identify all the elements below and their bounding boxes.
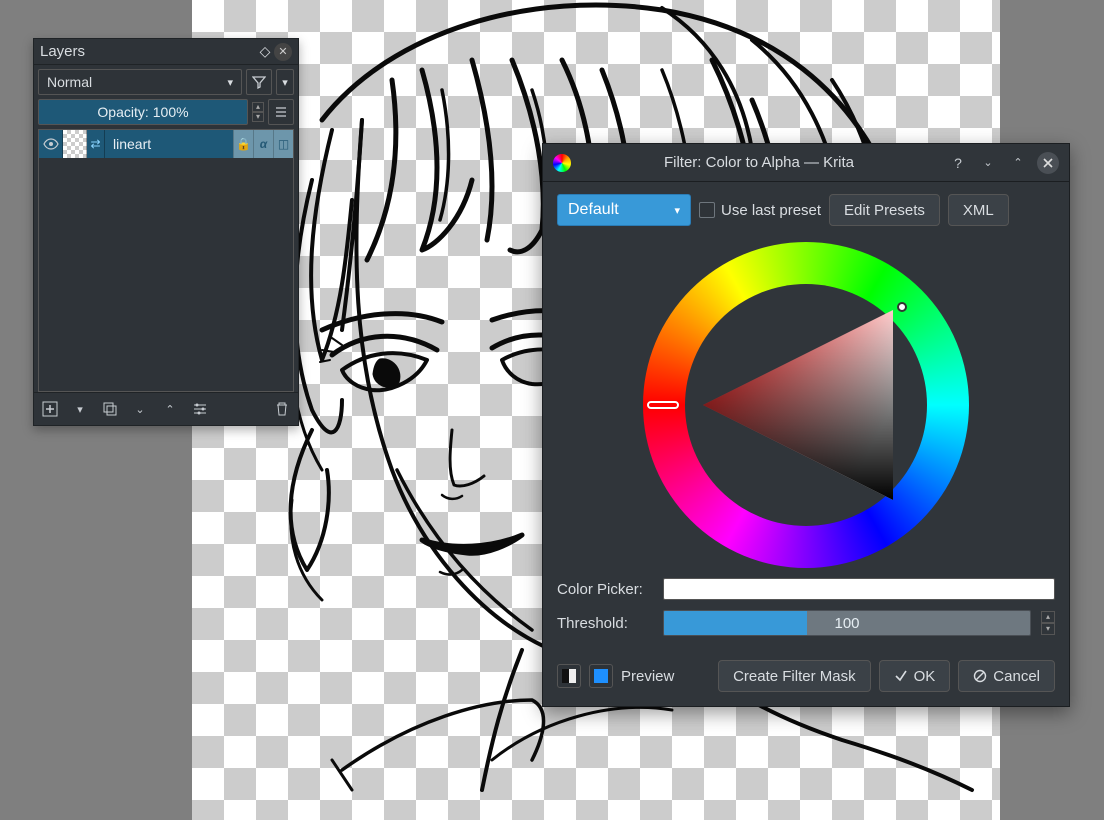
cancel-label: Cancel	[993, 668, 1040, 685]
move-layer-down-button[interactable]: ⌄	[130, 399, 150, 419]
layer-link-icon[interactable]: ⇄	[87, 130, 105, 158]
threshold-label: Threshold:	[557, 615, 653, 632]
spin-down-icon[interactable]: ▾	[252, 112, 264, 122]
lock-layer-button[interactable]: 🔒	[233, 130, 253, 158]
layer-visibility-toggle[interactable]	[39, 130, 63, 158]
opacity-value: 100%	[153, 104, 189, 120]
layers-titlebar[interactable]: Layers ◇ ✕	[34, 39, 298, 65]
layer-row[interactable]: ⇄ lineart 🔒 α ◫	[39, 130, 293, 158]
add-layer-button[interactable]	[40, 399, 60, 419]
hue-marker[interactable]	[647, 401, 679, 409]
blend-mode-select[interactable]: Normal ▾	[38, 69, 242, 95]
alpha-lock-button[interactable]: α	[253, 130, 273, 158]
split-icon	[562, 669, 576, 683]
float-panel-icon[interactable]: ◇	[256, 43, 274, 61]
spin-up-icon[interactable]: ▴	[252, 102, 264, 112]
preset-value: Default	[568, 201, 619, 219]
dialog-close-button[interactable]	[1037, 152, 1059, 174]
layer-thumbnail[interactable]	[63, 130, 87, 158]
spin-up-icon[interactable]: ▴	[1041, 611, 1055, 623]
preset-select[interactable]: Default ▾	[557, 194, 691, 226]
threshold-value: 100	[664, 615, 1030, 632]
blend-mode-value: Normal	[47, 74, 92, 90]
collapse-button[interactable]: ⌄	[977, 152, 999, 174]
check-icon	[894, 669, 908, 683]
filter-layers-menu-button[interactable]: ▾	[276, 69, 294, 95]
dialog-title: Filter: Color to Alpha — Krita	[579, 154, 939, 171]
krita-app-icon	[553, 154, 571, 172]
chevron-up-icon: ⌃	[1013, 156, 1022, 169]
chevron-down-icon: ⌄	[983, 156, 992, 169]
preview-label: Preview	[621, 668, 674, 685]
filter-layers-button[interactable]	[246, 69, 272, 95]
use-last-preset-checkbox[interactable]: Use last preset	[699, 202, 821, 219]
help-button[interactable]: ?	[947, 152, 969, 174]
use-last-preset-label: Use last preset	[721, 202, 821, 219]
trash-icon	[274, 401, 290, 417]
layers-panel: Layers ◇ ✕ Normal ▾ ▾ Opacity: 100% ▴▾ ⇄	[33, 38, 299, 426]
eye-icon	[43, 136, 59, 152]
ok-button[interactable]: OK	[879, 660, 951, 692]
threshold-spinner[interactable]: ▴▾	[1041, 611, 1055, 635]
spin-down-icon[interactable]: ▾	[1041, 623, 1055, 635]
chevron-down-icon: ▾	[282, 76, 288, 89]
duplicate-layer-button[interactable]	[100, 399, 120, 419]
color-picker-swatch[interactable]	[663, 578, 1055, 600]
edit-presets-button[interactable]: Edit Presets	[829, 194, 940, 226]
close-panel-button[interactable]: ✕	[274, 43, 292, 61]
duplicate-icon	[102, 401, 118, 417]
xml-button[interactable]: XML	[948, 194, 1009, 226]
close-icon	[1042, 157, 1054, 169]
sv-handle[interactable]	[897, 302, 907, 312]
checkbox-checked-icon	[594, 669, 608, 683]
inherit-alpha-button[interactable]: ◫	[273, 130, 293, 158]
preview-checkbox[interactable]	[589, 664, 613, 688]
filter-dialog: Filter: Color to Alpha — Krita ? ⌄ ⌃ Def…	[542, 143, 1070, 707]
ok-label: OK	[914, 668, 936, 685]
add-layer-menu-button[interactable]: ▾	[70, 399, 90, 419]
checkbox-icon	[699, 202, 715, 218]
expand-button[interactable]: ⌃	[1007, 152, 1029, 174]
opacity-spinner[interactable]: ▴▾	[252, 102, 264, 122]
list-icon	[274, 105, 288, 119]
threshold-slider[interactable]: 100	[663, 610, 1031, 636]
dialog-titlebar[interactable]: Filter: Color to Alpha — Krita ? ⌄ ⌃	[543, 144, 1069, 182]
delete-layer-button[interactable]	[272, 399, 292, 419]
sliders-icon	[192, 401, 208, 417]
chevron-down-icon: ▾	[227, 76, 233, 89]
chevron-down-icon: ▾	[77, 403, 83, 416]
create-filter-mask-button[interactable]: Create Filter Mask	[718, 660, 871, 692]
layer-list[interactable]: ⇄ lineart 🔒 α ◫	[38, 129, 294, 392]
move-layer-up-button[interactable]: ⌃	[160, 399, 180, 419]
layer-opacity-slider[interactable]: Opacity: 100%	[38, 99, 248, 125]
color-picker-label: Color Picker:	[557, 581, 653, 598]
chevron-down-icon: ▾	[674, 204, 680, 217]
layer-properties-button[interactable]	[268, 99, 294, 125]
chevron-up-icon: ⌃	[165, 403, 174, 416]
sv-triangle[interactable]	[693, 292, 919, 518]
color-wheel[interactable]	[643, 242, 969, 568]
funnel-icon	[252, 75, 266, 89]
opacity-label: Opacity:	[97, 104, 148, 120]
cancel-button[interactable]: Cancel	[958, 660, 1055, 692]
layer-name[interactable]: lineart	[105, 136, 233, 152]
layers-title: Layers	[40, 43, 252, 60]
layers-footer: ▾ ⌄ ⌃	[34, 392, 298, 425]
plus-box-icon	[42, 401, 58, 417]
chevron-down-icon: ⌄	[135, 403, 144, 416]
cancel-icon	[973, 669, 987, 683]
layer-settings-button[interactable]	[190, 399, 210, 419]
preview-split-toggle[interactable]	[557, 664, 581, 688]
